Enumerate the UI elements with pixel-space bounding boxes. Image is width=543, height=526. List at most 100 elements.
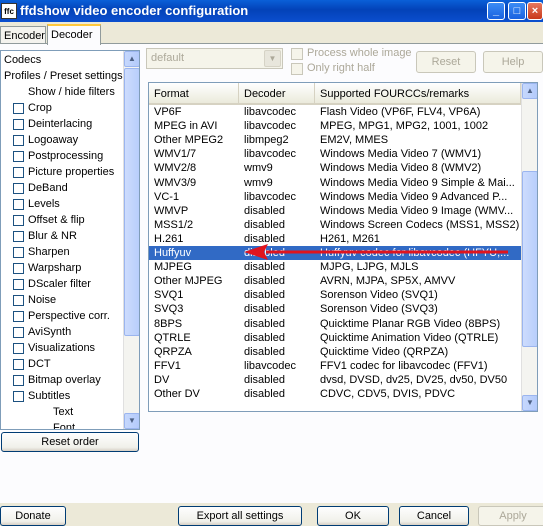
scroll-thumb[interactable] bbox=[522, 171, 537, 347]
sidebar-item[interactable]: Profiles / Preset settings bbox=[1, 69, 123, 85]
sidebar-item[interactable]: Codecs bbox=[1, 53, 123, 69]
cell-remarks: Windows Media Video 8 (WMV2) bbox=[320, 162, 482, 175]
sidebar-item[interactable]: Subtitles bbox=[1, 389, 123, 405]
table-row[interactable]: MJPEG disabled MJPG, LJPG, MJLS bbox=[149, 260, 521, 274]
preset-select[interactable]: default ▼ bbox=[146, 48, 283, 69]
filter-checkbox[interactable] bbox=[13, 135, 24, 146]
sidebar-item[interactable]: Crop bbox=[1, 101, 123, 117]
table-row[interactable]: WMVP disabled Windows Media Video 9 Image … bbox=[149, 204, 521, 218]
sidebar-item[interactable]: Logoaway bbox=[1, 133, 123, 149]
filter-checkbox[interactable] bbox=[13, 199, 24, 210]
table-row[interactable]: SVQ1 disabled Sorenson Video (SVQ1) bbox=[149, 288, 521, 302]
sidebar-item[interactable]: Bitmap overlay bbox=[1, 373, 123, 389]
filter-checkbox[interactable] bbox=[13, 327, 24, 338]
minimize-button[interactable]: _ bbox=[487, 2, 505, 20]
table-row[interactable]: QTRLE disabled Quicktime Animation Video (… bbox=[149, 331, 521, 345]
sidebar-item[interactable]: Offset & flip bbox=[1, 213, 123, 229]
table-row[interactable]: DV disabled dvsd, DVSD, dv25, DV25, dv50, … bbox=[149, 373, 521, 387]
cell-decoder: libavcodec bbox=[244, 106, 296, 118]
scroll-up-icon[interactable]: ▲ bbox=[124, 51, 139, 67]
table-header: Format Decoder Supported FOURCCs/remarks bbox=[149, 83, 521, 105]
apply-button[interactable]: Apply bbox=[478, 506, 543, 526]
sidebar-item[interactable]: AviSynth bbox=[1, 325, 123, 341]
table-row[interactable]: SVQ3 disabled Sorenson Video (SVQ3) bbox=[149, 302, 521, 316]
filter-checkbox[interactable] bbox=[13, 151, 24, 162]
table-row[interactable]: VP6F libavcodec Flash Video (VP6F, FLV4, V… bbox=[149, 105, 521, 119]
filter-checkbox[interactable] bbox=[13, 279, 24, 290]
sidebar-item[interactable]: Levels bbox=[1, 197, 123, 213]
cell-format: Other MJPEG bbox=[154, 275, 223, 288]
sidebar-item-label: Crop bbox=[28, 102, 52, 114]
cell-format: MPEG in AVI bbox=[154, 120, 218, 133]
filter-checkbox[interactable] bbox=[13, 375, 24, 386]
filter-checkbox[interactable] bbox=[13, 311, 24, 322]
reset-button[interactable]: Reset bbox=[416, 51, 476, 73]
sidebar-item[interactable]: Blur & NR bbox=[1, 229, 123, 245]
sidebar-item[interactable]: Warpsharp bbox=[1, 261, 123, 277]
sidebar-item[interactable]: DScaler filter bbox=[1, 277, 123, 293]
filter-checkbox[interactable] bbox=[13, 263, 24, 274]
sidebar-item[interactable]: DeBand bbox=[1, 181, 123, 197]
sidebar-item[interactable]: Noise bbox=[1, 293, 123, 309]
scroll-down-icon[interactable]: ▼ bbox=[124, 413, 139, 429]
table-row[interactable]: WMV1/7 libavcodec Windows Media Video 7 (W… bbox=[149, 147, 521, 161]
table-row[interactable]: Other MJPEG disabled AVRN, MJPA, SP5X, AMV… bbox=[149, 274, 521, 288]
column-header-decoder[interactable]: Decoder bbox=[239, 83, 315, 104]
table-row[interactable]: FFV1 libavcodec FFV1 codec for libavcodec … bbox=[149, 359, 521, 373]
filter-checkbox[interactable] bbox=[13, 359, 24, 370]
table-scrollbar[interactable]: ▲ ▼ bbox=[521, 83, 537, 411]
table-row[interactable]: Other DV disabled CDVC, CDV5, DVIS, PDVC bbox=[149, 387, 521, 401]
scroll-thumb[interactable] bbox=[124, 68, 139, 336]
maximize-button[interactable]: □ bbox=[508, 2, 526, 20]
cell-decoder: disabled bbox=[244, 303, 285, 316]
sidebar-item[interactable]: Visualizations bbox=[1, 341, 123, 357]
sidebar-item[interactable]: Perspective corr. bbox=[1, 309, 123, 325]
column-header-format[interactable]: Format bbox=[149, 83, 239, 104]
table-row[interactable]: VC-1 libavcodec Windows Media Video 9 Adva… bbox=[149, 190, 521, 204]
scroll-up-icon[interactable]: ▲ bbox=[522, 83, 537, 99]
cell-format: DV bbox=[154, 373, 170, 386]
sidebar-item[interactable]: DCT bbox=[1, 357, 123, 373]
filter-checkbox[interactable] bbox=[13, 119, 24, 130]
sidebar-item[interactable]: Font bbox=[1, 421, 123, 429]
sidebar-item[interactable]: Deinterlacing bbox=[1, 117, 123, 133]
filter-checkbox[interactable] bbox=[13, 231, 24, 242]
title-bar[interactable]: ffc ffdshow video encoder configuration … bbox=[0, 0, 543, 22]
table-row[interactable]: QRPZA disabled Quicktime Video (QRPZA) bbox=[149, 345, 521, 359]
sidebar-item[interactable]: Sharpen bbox=[1, 245, 123, 261]
help-button[interactable]: Help bbox=[483, 51, 543, 73]
tab-decoder[interactable]: Decoder bbox=[47, 24, 101, 45]
filter-checkbox[interactable] bbox=[13, 103, 24, 114]
table-row[interactable]: MSS1/2 disabled Windows Screen Codecs (MSS… bbox=[149, 218, 521, 232]
sidebar-item[interactable]: Show / hide filters bbox=[1, 85, 123, 101]
filter-checkbox[interactable] bbox=[13, 247, 24, 258]
ok-button[interactable]: OK bbox=[317, 506, 389, 526]
column-header-remarks[interactable]: Supported FOURCCs/remarks bbox=[315, 83, 521, 104]
cell-decoder: wmv9 bbox=[244, 162, 273, 175]
sidebar-item[interactable]: Picture properties bbox=[1, 165, 123, 181]
reset-order-button[interactable]: Reset order bbox=[1, 432, 139, 452]
filter-checkbox[interactable] bbox=[13, 183, 24, 194]
cell-format: 8BPS bbox=[154, 317, 183, 330]
export-settings-button[interactable]: Export all settings bbox=[178, 506, 302, 526]
close-button[interactable]: × bbox=[527, 2, 543, 20]
cell-decoder: libmpeg2 bbox=[244, 134, 289, 147]
filter-checkbox[interactable] bbox=[13, 343, 24, 354]
table-row[interactable]: WMV3/9 wmv9 Windows Media Video 9 Simple &… bbox=[149, 176, 521, 190]
scroll-down-icon[interactable]: ▼ bbox=[522, 395, 537, 411]
filter-checkbox[interactable] bbox=[13, 391, 24, 402]
filter-list[interactable]: ▲ ▼ Codecs Profiles / Preset settings Show… bbox=[0, 50, 140, 430]
filter-checkbox[interactable] bbox=[13, 215, 24, 226]
sidebar-item[interactable]: Postprocessing bbox=[1, 149, 123, 165]
filter-checkbox[interactable] bbox=[13, 167, 24, 178]
cell-decoder: wmv9 bbox=[244, 176, 273, 189]
table-row[interactable]: WMV2/8 wmv9 Windows Media Video 8 (WMV2) bbox=[149, 161, 521, 175]
sidebar-item[interactable]: Text bbox=[1, 405, 123, 421]
table-row[interactable]: MPEG in AVI libavcodec MPEG, MPG1, MPG2, 1… bbox=[149, 119, 521, 133]
filter-list-scrollbar[interactable]: ▲ ▼ bbox=[123, 51, 139, 429]
cancel-button[interactable]: Cancel bbox=[399, 506, 469, 526]
donate-button[interactable]: Donate bbox=[0, 506, 66, 526]
filter-checkbox[interactable] bbox=[13, 295, 24, 306]
table-row[interactable]: 8BPS disabled Quicktime Planar RGB Video (… bbox=[149, 317, 521, 331]
table-row[interactable]: Other MPEG2 libmpeg2 EM2V, MMES bbox=[149, 133, 521, 147]
